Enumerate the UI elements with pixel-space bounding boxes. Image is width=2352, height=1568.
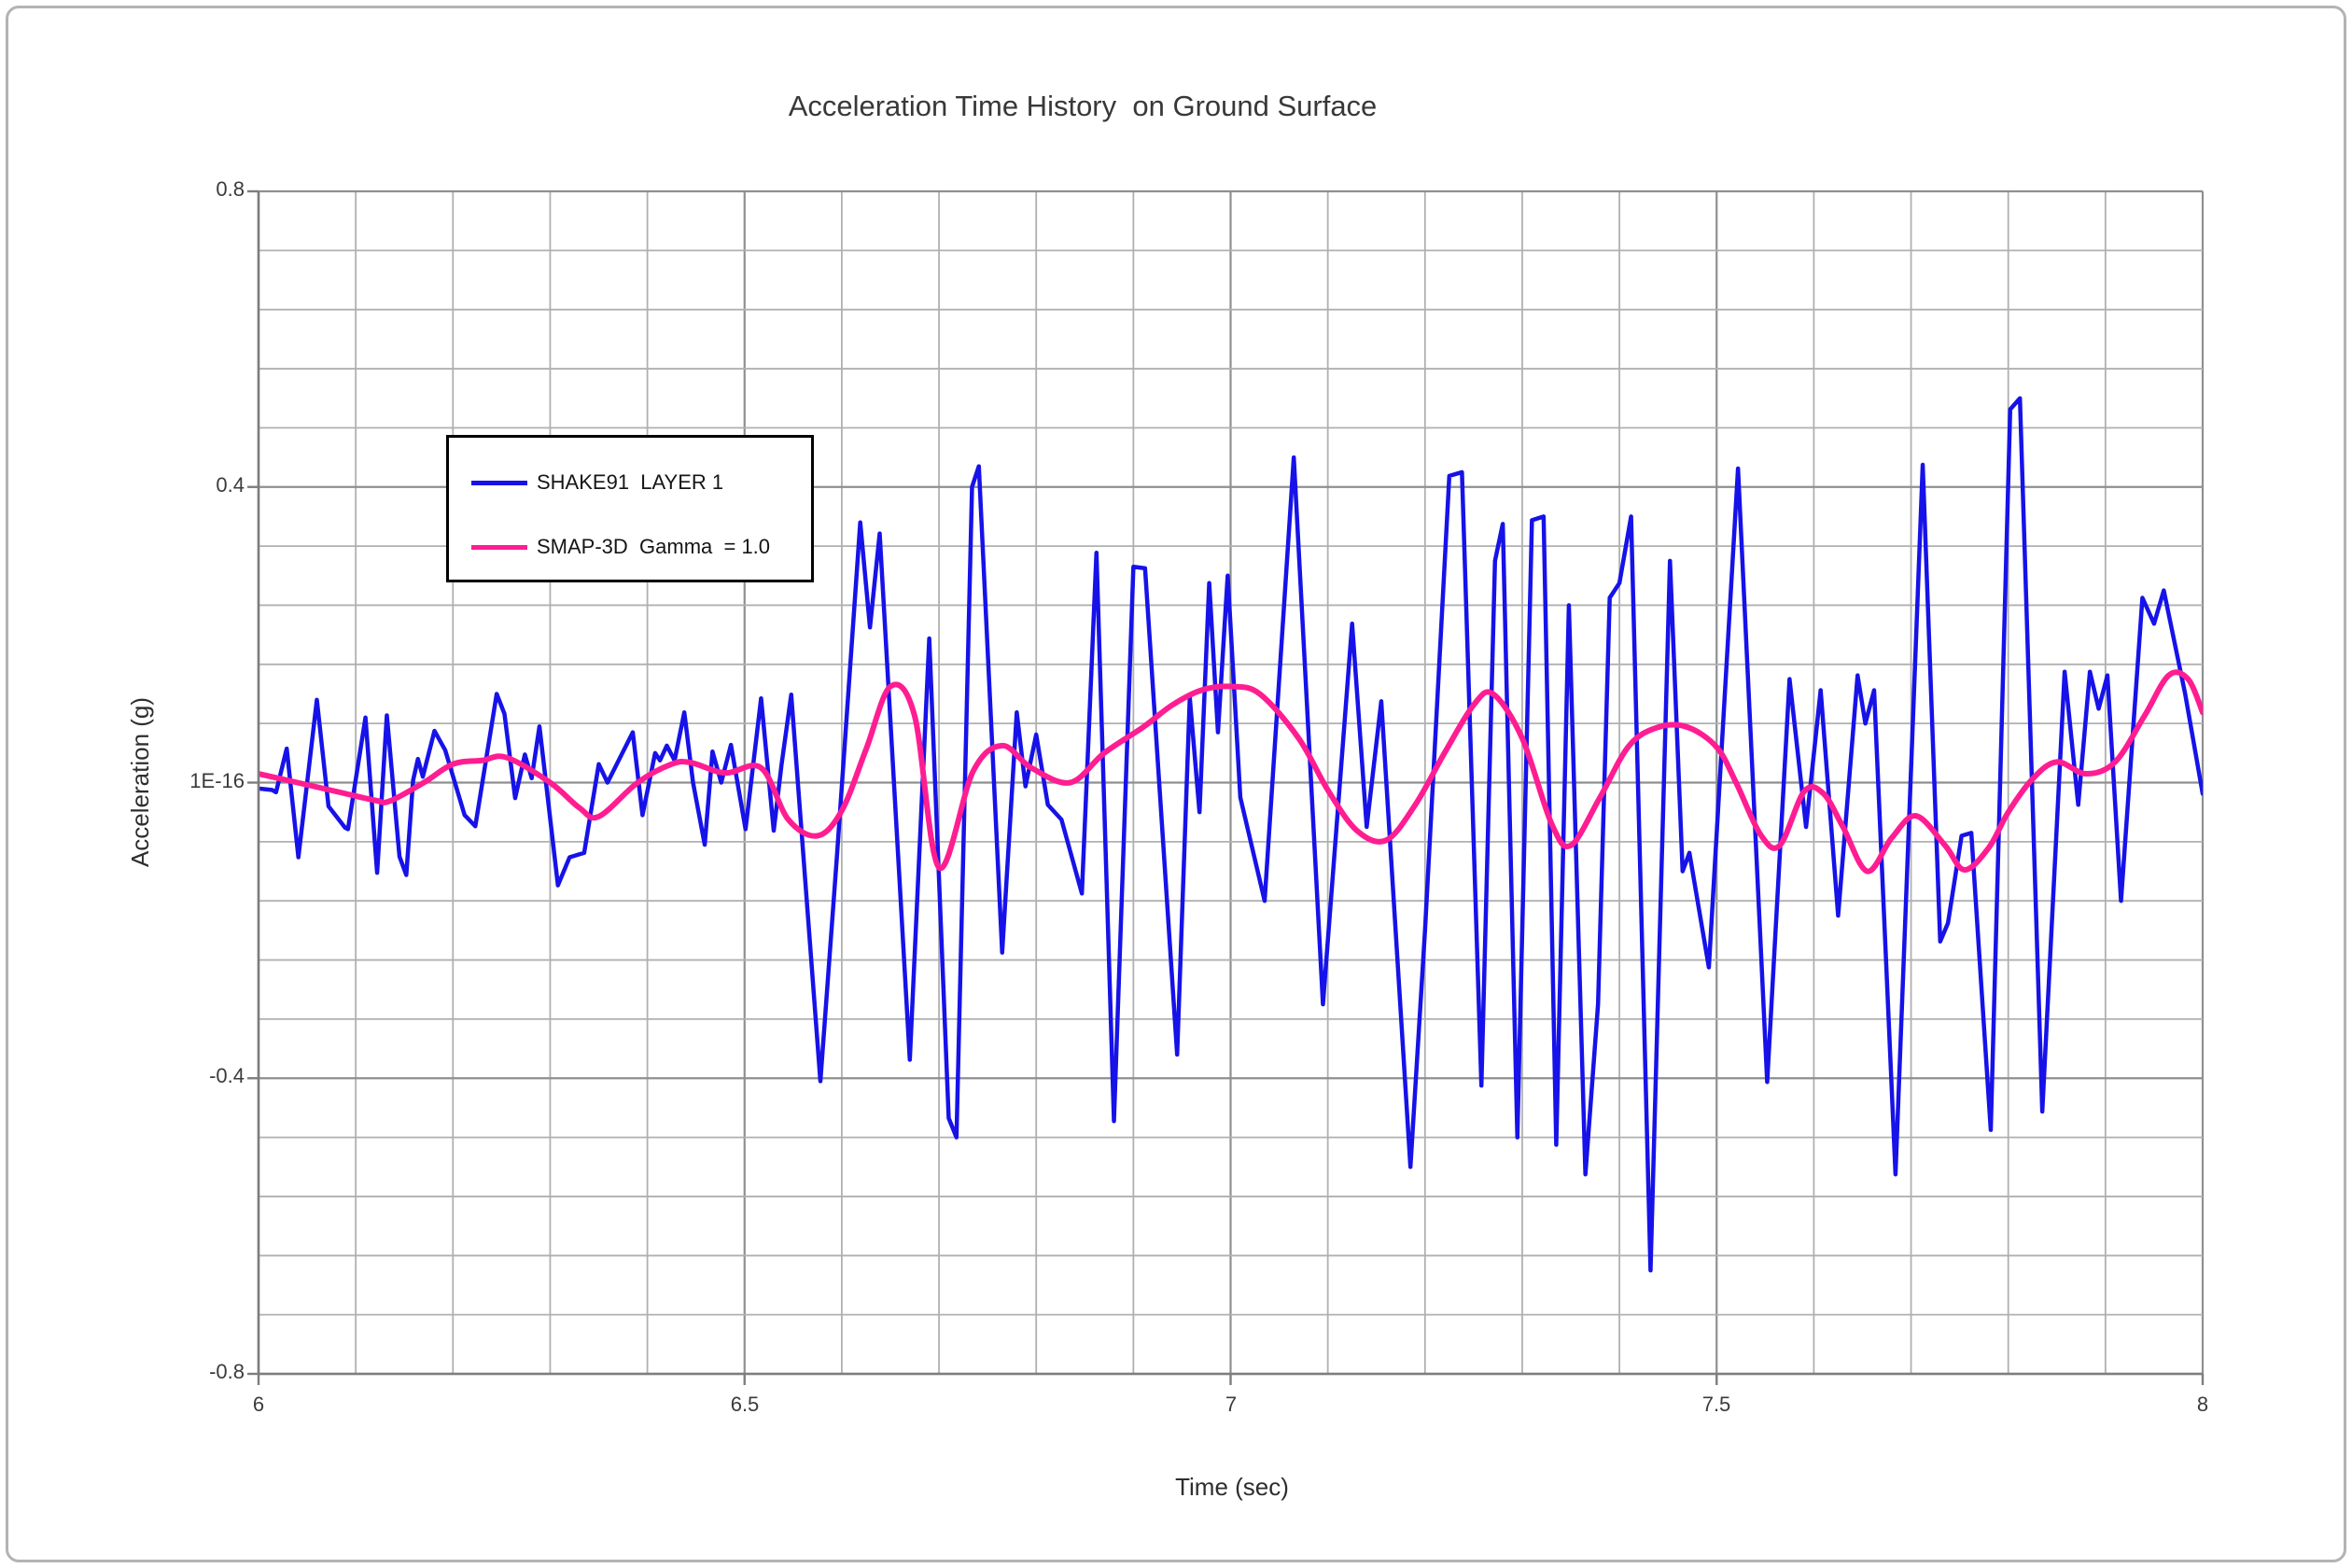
x-tick-label-8: 8 [2137,1393,2268,1417]
x-tick-label-6.5: 6.5 [679,1393,810,1417]
x-axis-title: Time (sec) [1045,1473,1419,1502]
legend-entry-shake91: SHAKE91 LAYER 1 [471,469,807,497]
chart-title: Acceleration Time History on Ground Surf… [523,90,1643,123]
legend-line-sample-pink [471,545,527,550]
x-tick-label-7: 7 [1166,1393,1296,1417]
x-tick-label-7.5: 7.5 [1651,1393,1782,1417]
x-tick-label-6: 6 [193,1393,324,1417]
legend-label-smap3d: SMAP-3D Gamma = 1.0 [537,535,770,559]
legend-entry-smap3d: SMAP-3D Gamma = 1.0 [471,533,807,561]
y-tick-label-neg0.4: -0.4 [123,1064,245,1088]
y-tick-label-0.4: 0.4 [123,473,245,497]
plot-area [0,0,2352,1568]
legend-label-shake91: SHAKE91 LAYER 1 [537,470,723,495]
chart-canvas: Acceleration Time History on Ground Surf… [0,0,2352,1568]
y-tick-label-neg0.8: -0.8 [123,1360,245,1384]
y-tick-label-0.8: 0.8 [123,177,245,202]
legend-box: SHAKE91 LAYER 1 SMAP-3D Gamma = 1.0 [446,435,814,582]
legend-line-sample-blue [471,481,527,485]
y-axis-title: Acceleration (g) [126,595,158,969]
